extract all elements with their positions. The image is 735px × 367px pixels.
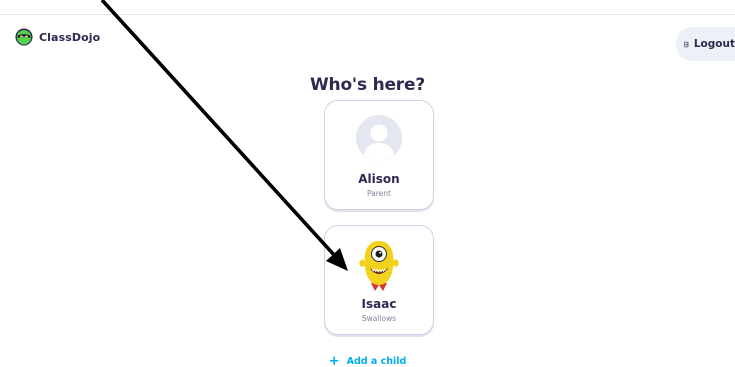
default-person-avatar-icon [355, 114, 403, 162]
add-child-label: Add a child [346, 356, 407, 367]
classdojo-logo-icon [15, 28, 33, 46]
profile-name: Isaac [361, 297, 397, 311]
profile-name: Alison [358, 172, 400, 186]
brand-name: ClassDojo [39, 30, 101, 44]
logout-door-icon [684, 41, 689, 47]
profile-card-alison[interactable]: Alison Parent [324, 100, 434, 210]
add-child-button[interactable]: + Add a child [0, 355, 735, 367]
logout-label: Logout [693, 38, 735, 50]
logout-button[interactable]: Logout [676, 27, 735, 61]
profile-picker-page: ClassDojo Logout Who's here? Alison Pare… [0, 0, 735, 367]
yellow-monster-avatar-icon [355, 239, 403, 291]
profile-card-isaac[interactable]: Isaac Swallows [324, 225, 434, 335]
top-divider [0, 14, 735, 15]
plus-icon: + [328, 354, 340, 367]
profile-class: Swallows [361, 314, 397, 323]
brand-logo-link[interactable]: ClassDojo [15, 28, 100, 46]
profile-role: Parent [366, 189, 391, 198]
page-title: Who's here? [310, 75, 425, 95]
